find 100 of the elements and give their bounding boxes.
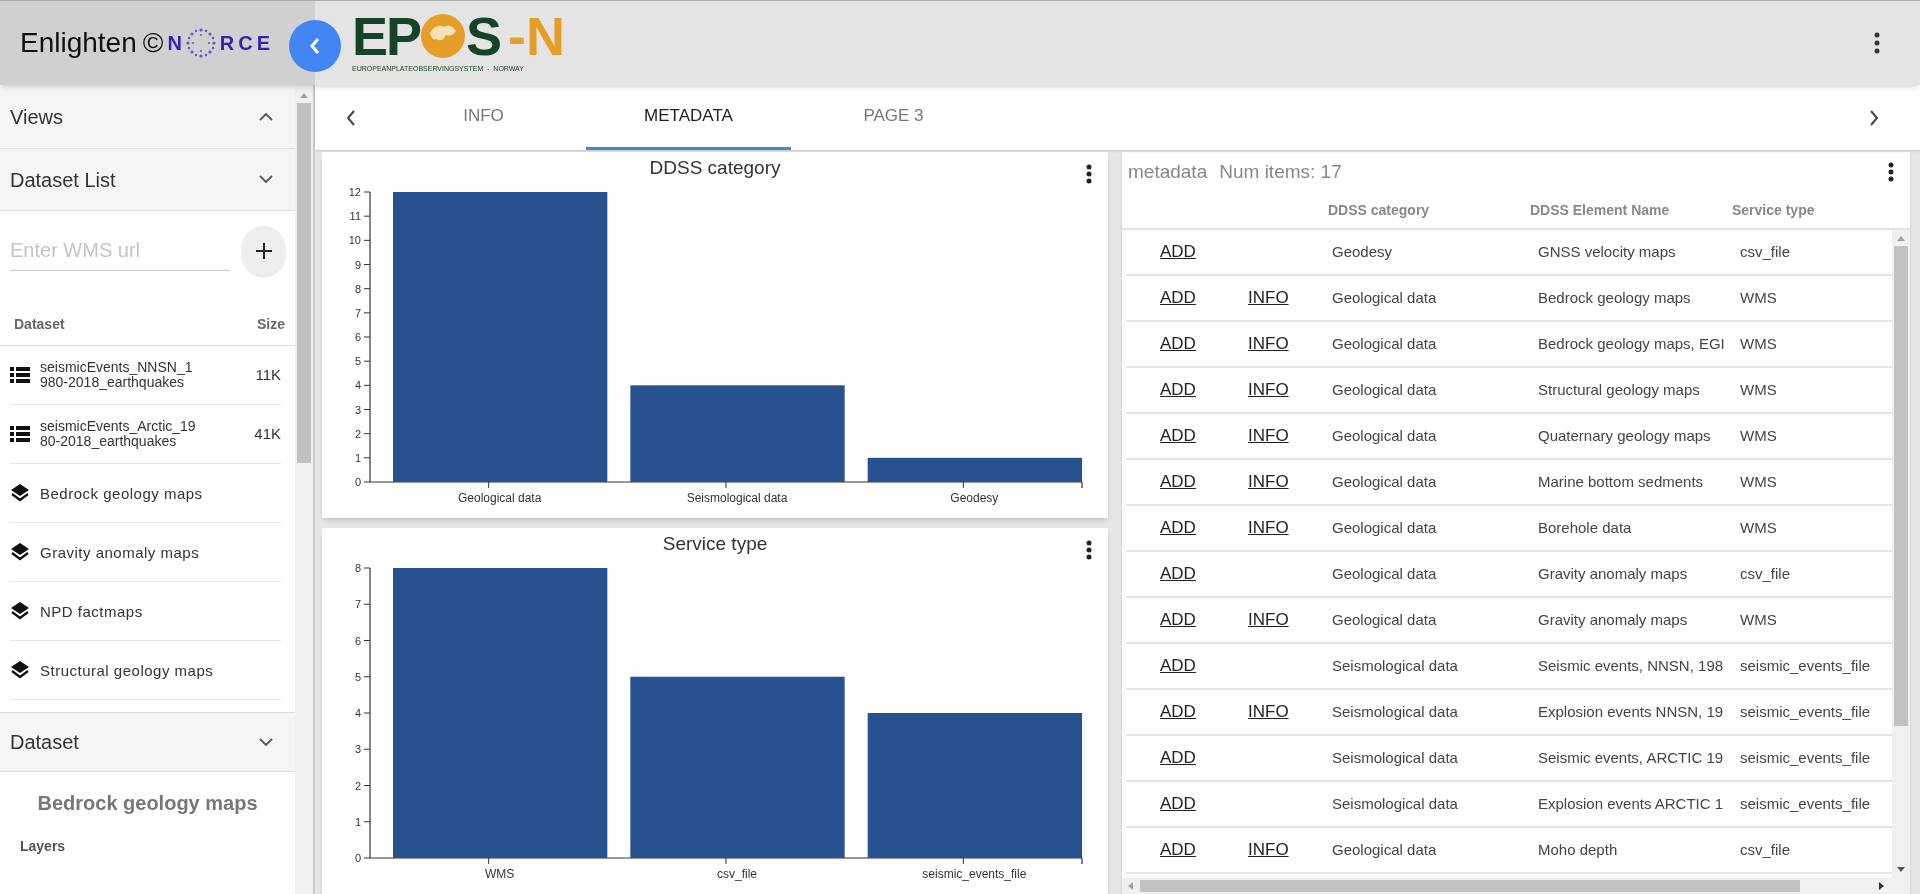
more-icon[interactable]: [1874, 32, 1880, 54]
item-count: Num items: 17: [1219, 159, 1342, 184]
vertical-scrollbar[interactable]: [1892, 230, 1910, 878]
info-link[interactable]: INFO: [1248, 702, 1289, 722]
tick-label: 2: [354, 779, 361, 792]
more-icon[interactable]: [1086, 540, 1092, 560]
table-cell-text: csv_file: [1740, 839, 1791, 860]
column-header: Size: [257, 315, 285, 334]
add-link[interactable]: ADD: [1160, 288, 1196, 308]
column-header: DDSS Element Name: [1530, 200, 1671, 220]
brand-letter: N: [167, 31, 182, 56]
dataset-list-item[interactable]: NPD factmaps: [10, 582, 281, 641]
table-cell-text: Geological data: [1332, 517, 1438, 538]
dataset-list-item[interactable]: Bedrock geology maps: [10, 464, 281, 523]
horizontal-scrollbar[interactable]: [1122, 878, 1910, 894]
globe-icon: [420, 13, 467, 60]
logo-text: EP: [352, 9, 421, 64]
tick-label: 2: [354, 427, 361, 440]
tick-label: 8: [354, 282, 361, 295]
more-icon[interactable]: [1086, 164, 1092, 184]
info-link[interactable]: INFO: [1248, 288, 1289, 308]
table-cell-text: Structural geology maps: [1538, 379, 1701, 400]
dataset-list-item[interactable]: Gravity anomaly maps: [10, 523, 281, 582]
tab[interactable]: PAGE 3: [791, 85, 996, 150]
table-cell-text: csv_file: [1740, 563, 1791, 584]
table-cell-text: Geodesy: [1332, 241, 1394, 262]
add-link[interactable]: ADD: [1160, 472, 1196, 492]
chevron-down-icon[interactable]: [259, 175, 273, 184]
table-cell-text: Borehole data: [1538, 517, 1633, 538]
app-title: Enlighten: [20, 26, 137, 60]
add-link[interactable]: ADD: [1160, 656, 1196, 676]
table-cell-text: Bedrock geology maps, EGI: [1538, 333, 1726, 354]
chevron-up-icon[interactable]: [259, 112, 273, 121]
sidebar-scrollbar[interactable]: [295, 85, 315, 894]
logo-text: S: [466, 9, 503, 64]
chevron-down-icon[interactable]: [259, 737, 273, 747]
add-link[interactable]: ADD: [1160, 426, 1196, 446]
column-header: Service type: [1732, 200, 1816, 220]
table-cell-text: csv_file: [1740, 241, 1791, 262]
table-cell-text: seismic_events_file: [1740, 701, 1871, 722]
add-link[interactable]: ADD: [1160, 518, 1196, 538]
layers-label: Layers: [19, 837, 67, 856]
table-cell-text: WMS: [1740, 425, 1777, 446]
dotted-ring-icon: [185, 28, 216, 58]
tab[interactable]: INFO: [381, 85, 586, 150]
plus-icon: [254, 242, 273, 260]
layers-icon: [10, 660, 30, 680]
info-link[interactable]: INFO: [1248, 426, 1289, 446]
table-cell-text: WMS: [1740, 287, 1777, 308]
tick-label: 1: [354, 451, 361, 464]
logo-suffix: -N: [508, 9, 566, 64]
add-button[interactable]: [242, 226, 285, 276]
section-header[interactable]: Views: [0, 85, 295, 149]
table-cell-text: Seismological data: [1332, 793, 1459, 814]
column-header: DDSS category: [1328, 200, 1431, 220]
more-icon[interactable]: [1888, 162, 1894, 182]
tick-label: 12: [348, 186, 361, 198]
add-link[interactable]: ADD: [1160, 380, 1196, 400]
add-link[interactable]: ADD: [1160, 334, 1196, 354]
add-link[interactable]: ADD: [1160, 702, 1196, 722]
info-link[interactable]: INFO: [1248, 610, 1289, 630]
table-cell-text: Geological data: [1332, 379, 1438, 400]
info-link[interactable]: INFO: [1248, 334, 1289, 354]
chevron-left-icon[interactable]: [345, 108, 357, 127]
tick-label: 10: [348, 234, 361, 247]
add-link[interactable]: ADD: [1160, 564, 1196, 584]
info-link[interactable]: INFO: [1248, 518, 1289, 538]
tick-label: 6: [354, 331, 361, 343]
category-label: seismic_events_file: [922, 867, 1027, 881]
table-cell-text: Geological data: [1332, 563, 1438, 584]
scroll-down-icon[interactable]: [1896, 866, 1906, 874]
table-cell-text: Marine bottom sedments: [1538, 471, 1705, 492]
info-link[interactable]: INFO: [1248, 472, 1289, 492]
add-link[interactable]: ADD: [1160, 840, 1196, 860]
add-link[interactable]: ADD: [1160, 748, 1196, 768]
tick-label: 7: [354, 306, 361, 319]
add-link[interactable]: ADD: [1160, 794, 1196, 814]
add-link[interactable]: ADD: [1160, 610, 1196, 630]
dataset-list-item[interactable]: seismicEvents_NNSN_1980-2018_earthquakes 11K: [10, 346, 281, 405]
info-link[interactable]: INFO: [1248, 380, 1289, 400]
table-cell-text: Seismological data: [1332, 747, 1459, 768]
tick-label: 5: [354, 355, 361, 368]
dataset-list-item[interactable]: Structural geology maps: [10, 641, 281, 700]
wms-url-field[interactable]: Enter WMS url: [10, 231, 230, 271]
dataset-list-item[interactable]: seismicEvents_Arctic_1980-2018_earthquakes 41K: [10, 405, 281, 464]
scroll-right-icon[interactable]: [1878, 881, 1886, 891]
chevron-right-icon[interactable]: [1868, 108, 1880, 127]
table-cell-text: Geological data: [1332, 425, 1438, 446]
list-icon: [10, 426, 30, 442]
table-cell-text: Geological data: [1332, 471, 1438, 492]
dataset-title: Bedrock geology maps: [36, 791, 259, 816]
table-cell-text: WMS: [1740, 471, 1777, 492]
section-header[interactable]: Dataset: [0, 712, 295, 772]
table-cell-text: Geological data: [1332, 609, 1438, 630]
brand-name: RCE: [219, 31, 275, 56]
section-header[interactable]: Dataset List: [0, 149, 295, 211]
list-icon: [10, 367, 30, 383]
info-link[interactable]: INFO: [1248, 840, 1289, 860]
add-link[interactable]: ADD: [1160, 242, 1196, 262]
layers-icon: [10, 601, 30, 621]
